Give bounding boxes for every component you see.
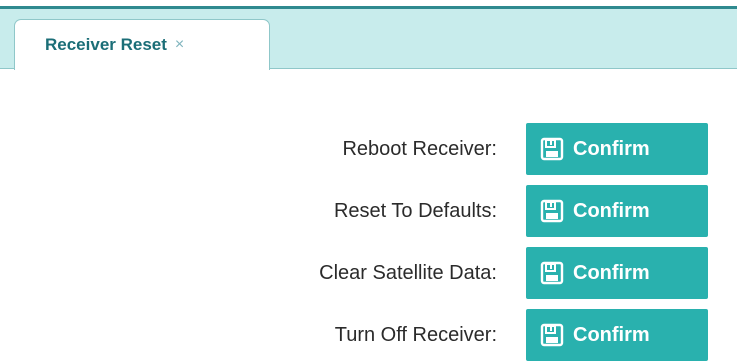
clear-satellite-label: Clear Satellite Data: <box>319 262 497 284</box>
confirm-label: Confirm <box>573 199 650 222</box>
action-row-reset-defaults: Reset To Defaults: Confirm <box>0 185 737 237</box>
reset-defaults-confirm-button[interactable]: Confirm <box>526 185 708 237</box>
save-icon <box>540 261 564 285</box>
clear-satellite-confirm-button[interactable]: Confirm <box>526 247 708 299</box>
action-row-turn-off: Turn Off Receiver: Confirm <box>0 309 737 361</box>
reboot-receiver-label: Reboot Receiver: <box>342 138 497 160</box>
action-row-clear-satellite: Clear Satellite Data: Confirm <box>0 247 737 299</box>
turn-off-confirm-button[interactable]: Confirm <box>526 309 708 361</box>
tab-receiver-reset[interactable]: Receiver Reset × <box>14 19 270 70</box>
action-row-reboot: Reboot Receiver: Confirm <box>0 123 737 175</box>
tab-title: Receiver Reset <box>45 35 167 54</box>
turn-off-receiver-label: Turn Off Receiver: <box>334 324 497 346</box>
close-icon[interactable]: × <box>175 36 184 54</box>
reset-defaults-label: Reset To Defaults: <box>333 200 497 222</box>
confirm-label: Confirm <box>573 261 650 284</box>
save-icon <box>540 199 564 223</box>
save-icon <box>540 323 564 347</box>
save-icon <box>540 137 564 161</box>
confirm-label: Confirm <box>573 137 650 160</box>
reboot-confirm-button[interactable]: Confirm <box>526 123 708 175</box>
confirm-label: Confirm <box>573 323 650 346</box>
